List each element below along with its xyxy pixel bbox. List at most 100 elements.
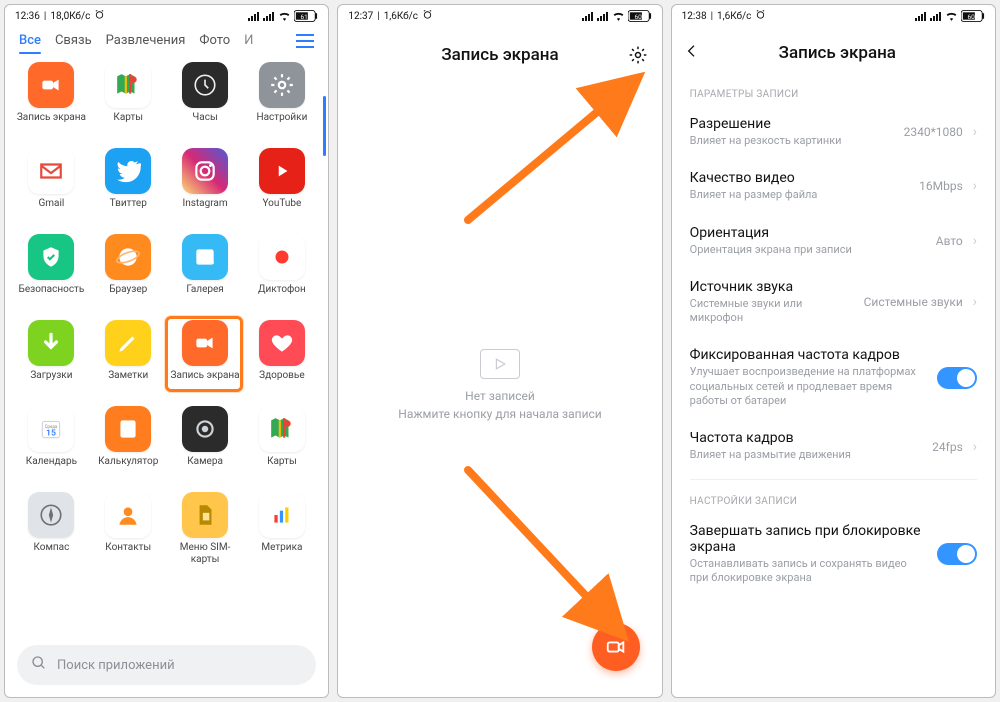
setting-row[interactable]: Фиксированная частота кадровУлучшает вос…: [672, 337, 995, 420]
app-label: Gmail: [38, 198, 64, 222]
app-settings[interactable]: Настройки: [245, 62, 318, 136]
tab-ent[interactable]: Развлечения: [106, 33, 186, 48]
record-fab[interactable]: [592, 623, 640, 671]
app-grid[interactable]: Запись экранаКартыЧасыНастройкиGmailТвит…: [5, 58, 328, 637]
setting-row[interactable]: Завершать запись при блокировке экранаОс…: [672, 513, 995, 598]
app-gmail[interactable]: Gmail: [15, 148, 88, 222]
calendar-icon: Среда15: [28, 406, 74, 452]
settings-list[interactable]: ПАРАМЕТРЫ ЗАПИСИ РазрешениеВлияет на рез…: [672, 71, 995, 697]
app-label: Безопасность: [19, 284, 85, 308]
app-calculator[interactable]: Калькулятор: [92, 406, 165, 480]
app-recorder[interactable]: Диктофон: [245, 234, 318, 308]
app-metrika[interactable]: Метрика: [245, 492, 318, 566]
signal-icon: [248, 12, 260, 21]
app-label: Меню SIM-карты: [169, 542, 242, 566]
app-compass[interactable]: Компас: [15, 492, 88, 566]
notes-icon: [105, 320, 151, 366]
svg-text:61: 61: [301, 13, 308, 21]
setting-title: Завершать запись при блокировке экрана: [690, 523, 927, 555]
status-time: 12:37: [348, 11, 373, 22]
section-header: ПАРАМЕТРЫ ЗАПИСИ: [672, 77, 995, 106]
empty-title: Нет записей: [465, 389, 535, 403]
settings-icon: [259, 62, 305, 108]
app-sim[interactable]: Меню SIM-карты: [169, 492, 242, 566]
instagram-icon: [182, 148, 228, 194]
phone-screen-app-drawer: 12:36 | 18,0Кб/с 61 Все Связь Развлечени…: [4, 4, 329, 698]
app-gmaps[interactable]: Карты: [92, 62, 165, 136]
page-title: Запись экрана: [441, 45, 558, 65]
setting-row[interactable]: ОриентацияОриентация экрана при записиАв…: [672, 215, 995, 269]
svg-text:60: 60: [968, 13, 976, 21]
toggle-switch[interactable]: [937, 367, 977, 389]
page-title: Запись экрана: [692, 43, 983, 63]
calculator-icon: [105, 406, 151, 452]
app-screenrec[interactable]: Запись экрана: [169, 320, 242, 394]
app-security[interactable]: Безопасность: [15, 234, 88, 308]
app-label: Заметки: [108, 370, 148, 394]
svg-text:15: 15: [46, 429, 56, 439]
search-input[interactable]: Поиск приложений: [17, 645, 316, 685]
app-downloads[interactable]: Загрузки: [15, 320, 88, 394]
setting-subtitle: Влияет на размер файла: [690, 188, 909, 202]
tab-photo[interactable]: Фото: [199, 33, 230, 48]
wifi-icon: [945, 11, 958, 21]
page-header: Запись экрана: [672, 27, 995, 71]
signal-icon: [915, 12, 927, 21]
security-icon: [28, 234, 74, 280]
setting-value: Системные звуки: [864, 295, 963, 309]
app-browser[interactable]: Браузер: [92, 234, 165, 308]
contacts-icon: [105, 492, 151, 538]
setting-row[interactable]: Качество видеоВлияет на размер файла16Mb…: [672, 160, 995, 214]
app-notes[interactable]: Заметки: [92, 320, 165, 394]
setting-subtitle: Влияет на резкость картинки: [690, 134, 894, 148]
app-gmaps[interactable]: Карты: [245, 406, 318, 480]
youtube-icon: [259, 148, 305, 194]
battery-icon: 61: [294, 10, 318, 22]
metrika-icon: [259, 492, 305, 538]
app-label: Запись экрана: [17, 112, 86, 136]
gmail-icon: [28, 148, 74, 194]
app-twitter[interactable]: Твиттер: [92, 148, 165, 222]
app-contacts[interactable]: Контакты: [92, 492, 165, 566]
screenrec-icon: [182, 320, 228, 366]
twitter-icon: [105, 148, 151, 194]
signal-icon: [263, 12, 275, 21]
play-placeholder-icon: [480, 349, 520, 379]
camera-icon: [182, 406, 228, 452]
app-gallery[interactable]: Галерея: [169, 234, 242, 308]
setting-row[interactable]: РазрешениеВлияет на резкость картинки234…: [672, 106, 995, 160]
app-label: YouTube: [262, 198, 301, 222]
setting-title: Ориентация: [690, 225, 926, 241]
signal-icon: [582, 12, 594, 21]
app-label: Настройки: [256, 112, 307, 136]
status-time: 12:36: [15, 11, 40, 22]
app-camera[interactable]: Камера: [169, 406, 242, 480]
setting-subtitle: Системные звуки или микрофон: [690, 297, 854, 326]
tab-comm[interactable]: Связь: [55, 33, 92, 48]
app-youtube[interactable]: YouTube: [245, 148, 318, 222]
app-label: Часы: [192, 112, 217, 136]
svg-text:60: 60: [634, 13, 642, 21]
setting-subtitle: Влияет на размытие движения: [690, 448, 923, 462]
menu-icon[interactable]: [296, 34, 314, 48]
tab-more[interactable]: И: [244, 33, 253, 48]
setting-title: Частота кадров: [690, 430, 923, 446]
app-instagram[interactable]: Instagram: [169, 148, 242, 222]
recorder-icon: [259, 234, 305, 280]
app-calendar[interactable]: Среда15Календарь: [15, 406, 88, 480]
app-health[interactable]: Здоровье: [245, 320, 318, 394]
settings-button[interactable]: [628, 45, 648, 69]
chevron-right-icon: ›: [973, 178, 977, 194]
app-label: Метрика: [261, 542, 302, 566]
app-screenrec[interactable]: Запись экрана: [15, 62, 88, 136]
setting-row[interactable]: Частота кадров Влияет на размытие движени…: [672, 420, 995, 474]
chevron-right-icon: ›: [973, 233, 977, 249]
tab-all[interactable]: Все: [19, 33, 41, 48]
toggle-switch[interactable]: [937, 543, 977, 565]
app-label: Карты: [267, 456, 297, 480]
browser-icon: [105, 234, 151, 280]
setting-row[interactable]: Источник звукаСистемные звуки или микроф…: [672, 269, 995, 338]
status-net: 1,6Кб/с: [384, 11, 418, 22]
signal-icon: [930, 12, 942, 21]
app-clock[interactable]: Часы: [169, 62, 242, 136]
